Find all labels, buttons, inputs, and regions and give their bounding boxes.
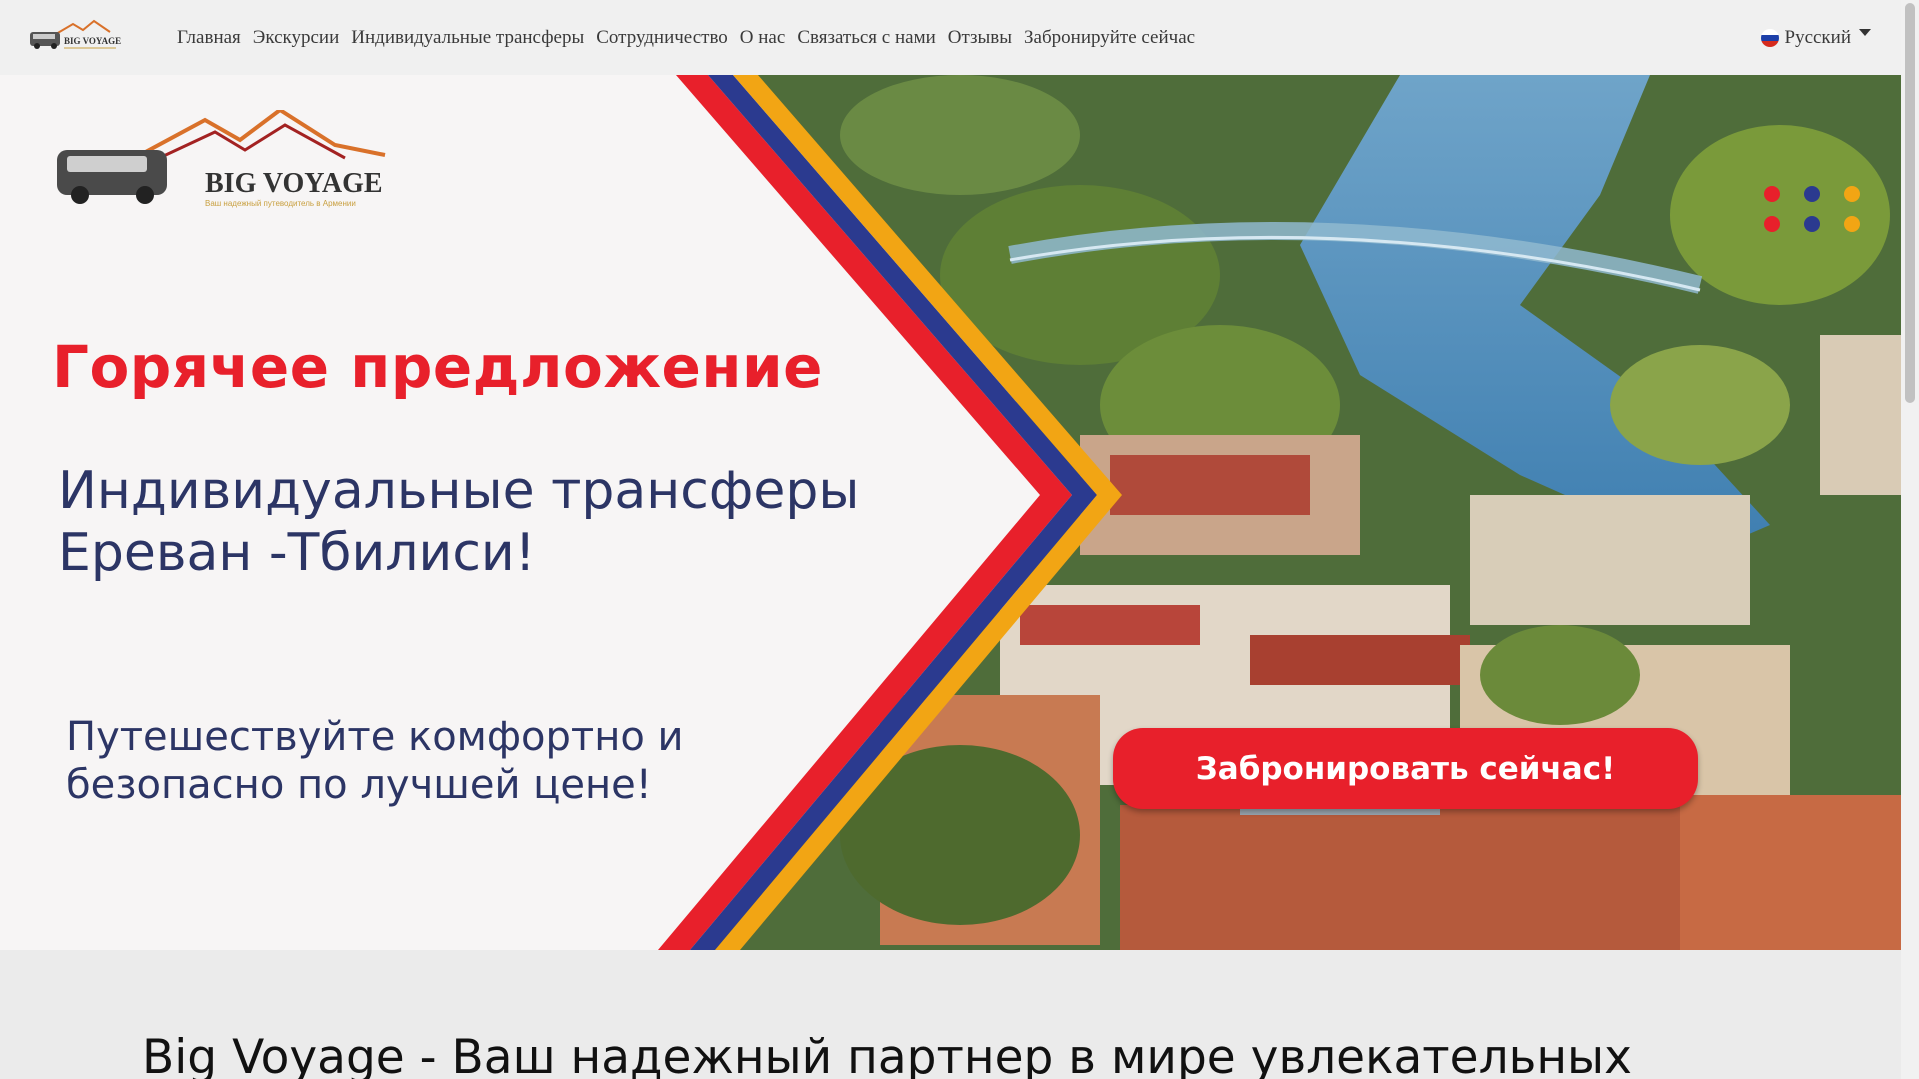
language-label: Русский — [1784, 26, 1852, 48]
hero-subline-line1: Индивидуальные трансферы — [58, 461, 860, 521]
intro-heading: Big Voyage - Ваш надежный партнер в мире… — [142, 1030, 1632, 1079]
main-nav: Главная Экскурсии Индивидуальные трансфе… — [177, 0, 1201, 75]
nav-link-individual-transfers[interactable]: Индивидуальные трансферы — [345, 27, 590, 49]
brand-logo[interactable]: BIG VOYAGE — [28, 18, 138, 56]
nav-link-book-now[interactable]: Забронируйте сейчас — [1018, 27, 1201, 49]
nav-link-about[interactable]: О нас — [734, 27, 792, 49]
svg-text:BIG VOYAGE: BIG VOYAGE — [205, 168, 383, 199]
decorative-dots-icon — [1764, 186, 1860, 232]
hero-tagline-line2: безопасно по лучшей цене! — [66, 762, 652, 808]
page-scrollbar[interactable] — [1901, 0, 1919, 1079]
hero-banner[interactable]: BIG VOYAGE Ваш надежный путеводитель в А… — [0, 75, 1901, 950]
hero-tagline-line1: Путешествуйте комфортно и — [66, 714, 684, 760]
svg-text:BIG VOYAGE: BIG VOYAGE — [64, 36, 121, 46]
nav-link-contact[interactable]: Связаться с нами — [791, 27, 941, 49]
hero-subline: Индивидуальные трансферы Ереван -Тбилиси… — [58, 460, 859, 584]
intro-section: Big Voyage - Ваш надежный партнер в мире… — [0, 950, 1901, 1079]
nav-link-home[interactable]: Главная — [177, 27, 247, 49]
svg-text:Ваш надежный путеводитель в Ар: Ваш надежный путеводитель в Армении — [205, 199, 356, 208]
nav-link-cooperation[interactable]: Сотрудничество — [590, 27, 734, 49]
scrollbar-thumb[interactable] — [1905, 3, 1915, 403]
nav-link-excursions[interactable]: Экскурсии — [247, 27, 345, 49]
book-now-button[interactable]: Забронировать сейчас! — [1113, 728, 1698, 809]
nav-link-reviews[interactable]: Отзывы — [942, 27, 1018, 49]
hero-subline-line2: Ереван -Тбилиси! — [58, 523, 536, 583]
hero-brand-logo: BIG VOYAGE Ваш надежный путеводитель в А… — [55, 107, 425, 210]
language-dropdown[interactable]: Русский — [1760, 0, 1871, 75]
chevron-down-icon — [1859, 29, 1871, 36]
hero-headline: Горячее предложение — [52, 333, 823, 401]
navbar: BIG VOYAGE Главная Экскурсии Индивидуаль… — [0, 0, 1901, 75]
russia-flag-icon — [1760, 28, 1779, 47]
hero-tagline: Путешествуйте комфортно и безопасно по л… — [66, 713, 684, 809]
